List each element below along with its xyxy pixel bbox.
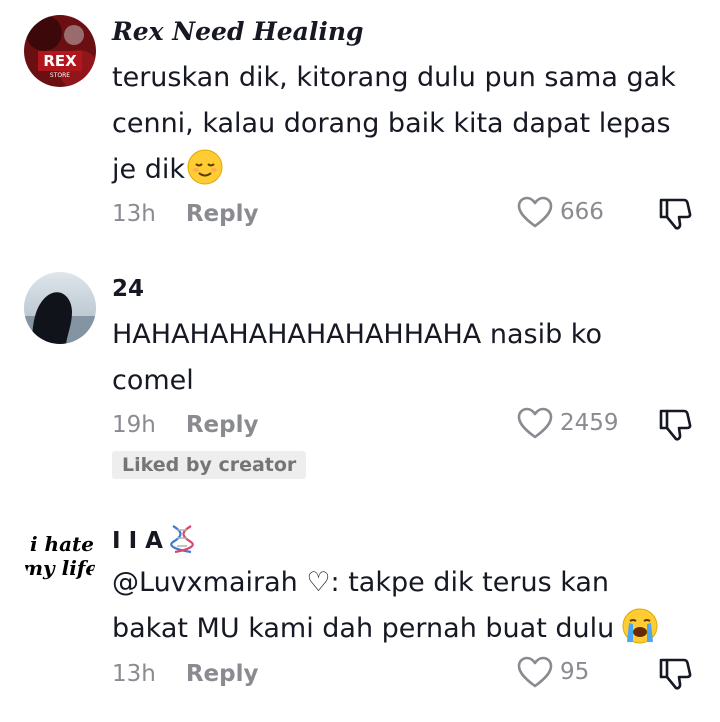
reply-button[interactable]: Reply — [186, 412, 259, 438]
comment-text: @Luvxmairah ♡: takpe dik terus kan bakat… — [112, 560, 692, 652]
like-count: 95 — [560, 659, 590, 685]
avatar[interactable]: i hate my life — [24, 521, 96, 593]
thumbs-down-outline-icon[interactable] — [656, 655, 694, 693]
thumbs-down-outline-icon[interactable] — [656, 195, 694, 233]
svg-text:i hate: i hate — [30, 532, 94, 556]
heart-outline-icon — [517, 407, 553, 439]
like-button[interactable]: 2459 — [516, 406, 619, 440]
heart-outline-icon — [517, 196, 553, 228]
comment-meta: 13h Reply — [112, 199, 259, 229]
silhouette-avatar-image — [24, 272, 96, 344]
username[interactable]: 24 — [112, 274, 144, 304]
liked-by-creator-badge: Liked by creator — [112, 451, 307, 479]
username[interactable]: Rex Need Healing — [112, 17, 364, 47]
comment-text: HAHAHAHAHAHAHAHHAHA nasib ko comel — [112, 319, 602, 396]
svg-text:REX: REX — [43, 52, 77, 70]
loudly-crying-face-emoji — [622, 608, 658, 644]
svg-text:STORE: STORE — [50, 72, 70, 79]
like-button[interactable]: 95 — [516, 655, 589, 689]
rex-avatar-image: REX STORE — [24, 15, 96, 87]
heart-outline-icon — [517, 656, 553, 688]
comment-meta: 13h Reply — [112, 659, 259, 689]
timestamp: 13h — [112, 661, 156, 687]
timestamp: 13h — [112, 201, 156, 227]
relieved-face-emoji — [187, 149, 223, 185]
reply-button[interactable]: Reply — [186, 201, 259, 227]
avatar[interactable]: REX STORE — [24, 15, 96, 87]
dna-emoji — [170, 525, 194, 554]
comment-text: teruskan dik, kitorang dulu pun sama gak… — [112, 62, 676, 185]
like-count: 666 — [560, 199, 604, 225]
text-avatar-image: i hate my life — [24, 521, 96, 593]
like-count: 2459 — [560, 410, 619, 436]
like-button[interactable]: 666 — [516, 195, 604, 229]
comment-meta: 19h Reply — [112, 410, 259, 440]
timestamp: 19h — [112, 412, 156, 438]
username[interactable]: I I A — [112, 524, 195, 556]
thumbs-down-outline-icon[interactable] — [656, 406, 694, 444]
reply-button[interactable]: Reply — [186, 661, 259, 687]
svg-text:my life: my life — [24, 556, 96, 580]
avatar[interactable] — [24, 272, 96, 344]
